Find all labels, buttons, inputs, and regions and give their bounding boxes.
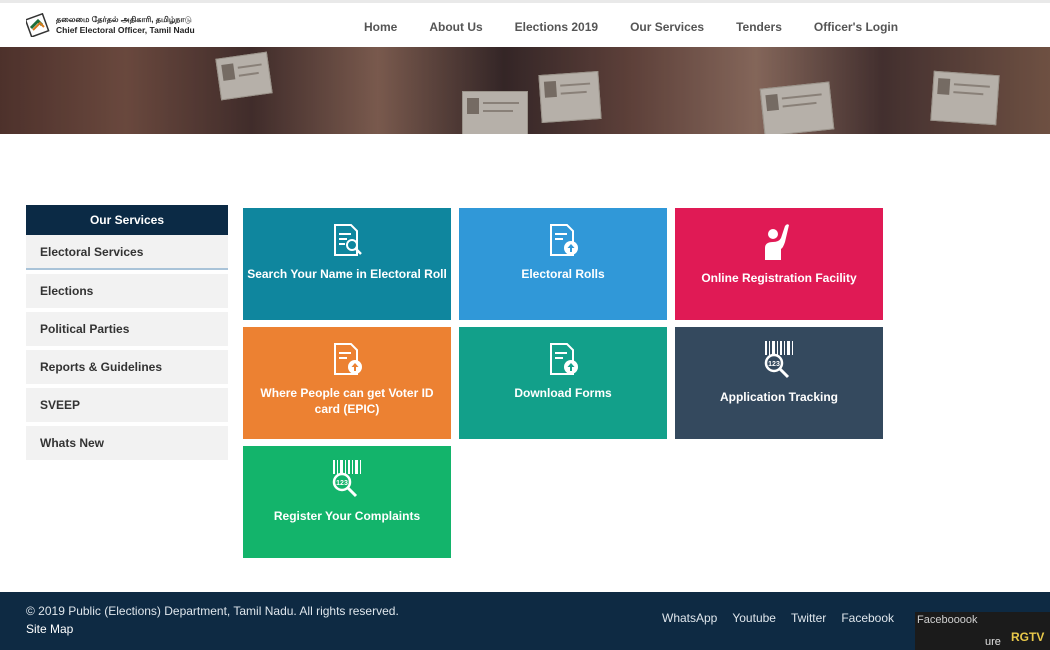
social-twitter-link[interactable]: Twitter xyxy=(791,611,826,625)
svg-text:123: 123 xyxy=(336,480,348,487)
video-overlay-thumbnail[interactable]: Facebooook ure RGTV xyxy=(915,612,1050,650)
sidebar-item-sveep[interactable]: SVEEP xyxy=(26,388,228,422)
document-upload-icon xyxy=(329,341,365,377)
page: தலைமை தேர்தல் அதிகாரி, தமிழ்நாடு Chief E… xyxy=(0,0,1050,650)
election-commission-logo-icon xyxy=(24,12,50,38)
tile-register-complaints[interactable]: 123 Register Your Complaints xyxy=(243,446,451,558)
tile-online-registration[interactable]: Online Registration Facility xyxy=(675,208,883,320)
top-navbar: தலைமை தேர்தல் அதிகாரி, தமிழ்நாடு Chief E… xyxy=(0,0,1050,47)
sidebar-item-electoral-services[interactable]: Electoral Services xyxy=(26,235,228,270)
document-search-icon xyxy=(329,222,365,258)
social-facebook-link[interactable]: Facebook xyxy=(841,611,894,625)
sidebar-item-political-parties[interactable]: Political Parties xyxy=(26,312,228,346)
services-sidebar: Our Services Electoral Services Election… xyxy=(26,205,228,460)
tile-label: Application Tracking xyxy=(719,390,839,404)
site-logo[interactable]: தலைமை தேர்தல் அதிகாரி, தமிழ்நாடு Chief E… xyxy=(24,12,195,38)
sidebar-item-whats-new[interactable]: Whats New xyxy=(26,426,228,460)
tile-label: Electoral Rolls xyxy=(521,267,605,281)
footer: © 2019 Public (Elections) Department, Ta… xyxy=(0,592,1050,650)
nav-home[interactable]: Home xyxy=(364,20,397,34)
sidebar-title: Our Services xyxy=(26,205,228,235)
sidebar-item-elections[interactable]: Elections xyxy=(26,274,228,308)
nav-tenders[interactable]: Tenders xyxy=(736,20,782,34)
tile-download-forms[interactable]: Download Forms xyxy=(459,327,667,439)
svg-text:123: 123 xyxy=(768,361,780,368)
sitemap-link[interactable]: Site Map xyxy=(26,622,73,636)
tile-label: Search Your Name in Electoral Roll xyxy=(247,267,447,281)
nav-officers-login[interactable]: Officer's Login xyxy=(814,20,898,34)
tile-label: Download Forms xyxy=(514,386,612,400)
tile-label: Register Your Complaints xyxy=(273,509,421,523)
barcode-search-icon: 123 xyxy=(325,458,369,502)
document-upload-icon xyxy=(545,341,581,377)
document-upload-icon xyxy=(545,222,581,258)
logo-tamil-text: தலைமை தேர்தல் அதிகாரி, தமிழ்நாடு xyxy=(56,15,192,24)
tile-voter-id-card-epic[interactable]: Where People can get Voter ID card (EPIC… xyxy=(243,327,451,439)
sidebar-item-reports-guidelines[interactable]: Reports & Guidelines xyxy=(26,350,228,384)
nav-our-services[interactable]: Our Services xyxy=(630,20,704,34)
tile-label: Online Registration Facility xyxy=(701,271,857,285)
logo-english-text: Chief Electoral Officer, Tamil Nadu xyxy=(56,25,195,35)
tile-search-name-electoral-roll[interactable]: Search Your Name in Electoral Roll xyxy=(243,208,451,320)
tile-electoral-rolls[interactable]: Electoral Rolls xyxy=(459,208,667,320)
raised-hand-person-icon xyxy=(761,222,797,262)
copyright-text: © 2019 Public (Elections) Department, Ta… xyxy=(26,604,399,618)
overlay-channel-logo: RGTV xyxy=(1011,630,1045,644)
social-whatsapp-link[interactable]: WhatsApp xyxy=(662,611,717,625)
nav-elections-2019[interactable]: Elections 2019 xyxy=(515,20,598,34)
nav-about-us[interactable]: About Us xyxy=(429,20,482,34)
overlay-facebook-text: Facebooook xyxy=(917,614,978,626)
hero-banner-image xyxy=(0,47,1050,134)
tile-application-tracking[interactable]: 123 Application Tracking xyxy=(675,327,883,439)
overlay-caption-text: ure xyxy=(985,636,1001,648)
barcode-search-icon: 123 xyxy=(757,339,801,383)
main-nav: Home About Us Elections 2019 Our Service… xyxy=(348,3,914,50)
social-links: WhatsApp Youtube Twitter Facebook xyxy=(662,611,909,625)
social-youtube-link[interactable]: Youtube xyxy=(732,611,776,625)
tile-label: Where People can get Voter ID card (EPIC… xyxy=(260,386,434,416)
